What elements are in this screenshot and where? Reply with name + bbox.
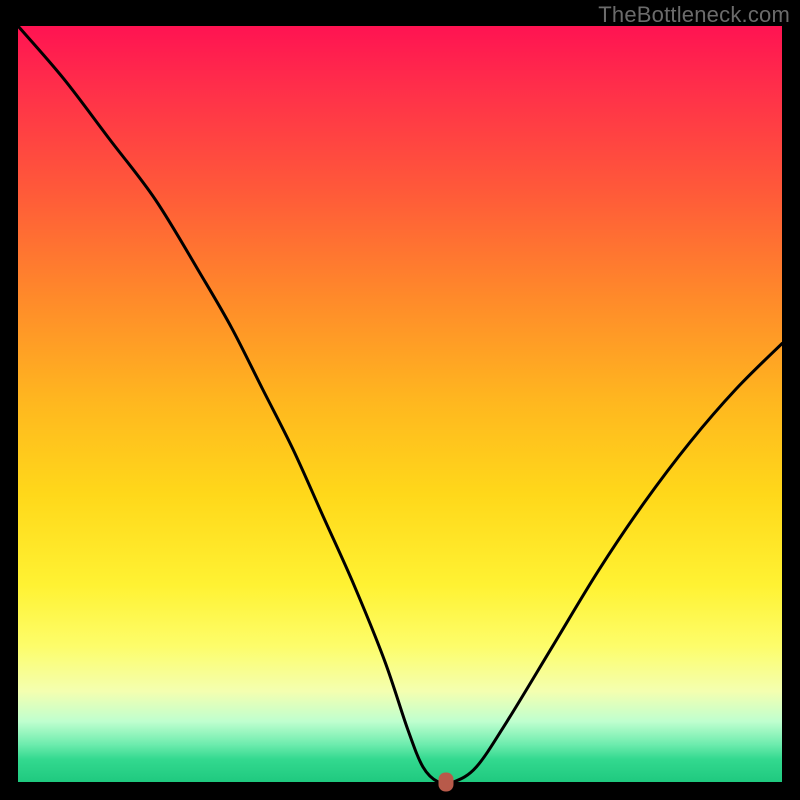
chart-frame: TheBottleneck.com <box>0 0 800 800</box>
watermark-text: TheBottleneck.com <box>598 2 790 28</box>
curve-layer <box>18 26 782 782</box>
bottleneck-curve <box>18 26 782 784</box>
plot-area <box>18 26 782 782</box>
minimum-marker-icon <box>438 773 453 792</box>
